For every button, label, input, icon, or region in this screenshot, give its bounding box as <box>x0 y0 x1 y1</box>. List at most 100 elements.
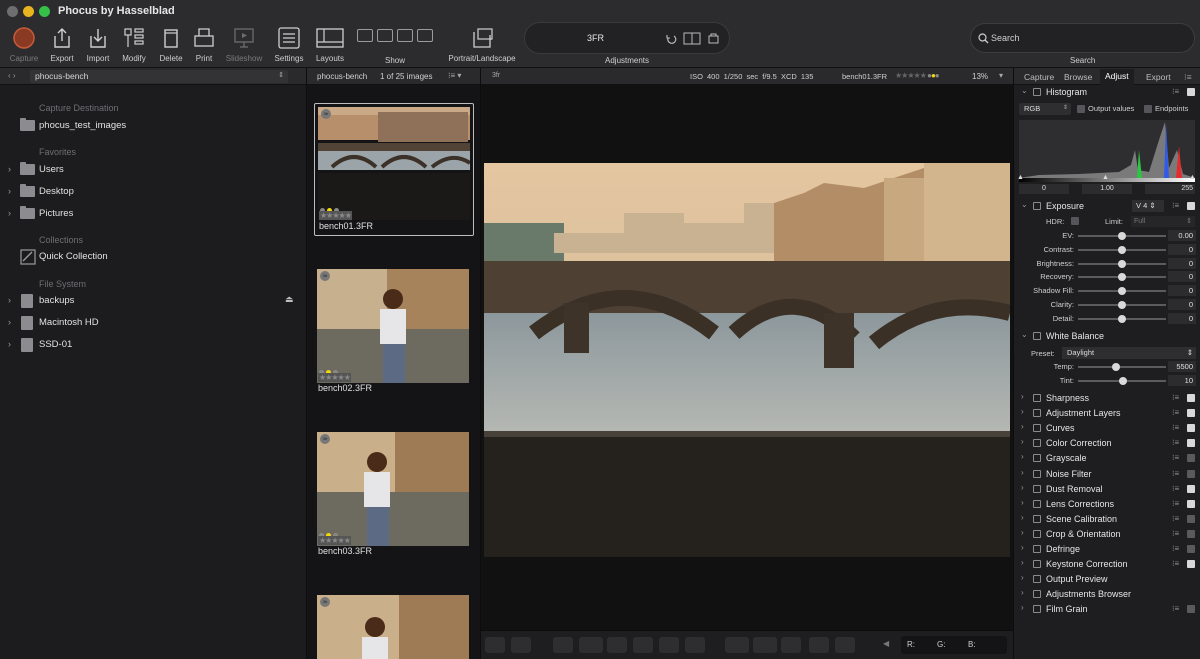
sidebar-item-quick-collection[interactable]: Quick Collection <box>8 249 298 265</box>
filmstrip-options-icon[interactable]: ⁝≡ ▾ <box>448 71 461 80</box>
output-preview-tool-header[interactable]: › Output Preview <box>1014 572 1200 587</box>
tab-menu-icon[interactable]: ⁝≡ <box>1184 72 1192 83</box>
portrait-landscape-button[interactable]: Portrait/Landscape <box>447 26 517 63</box>
sidebar-item-macintosh-hd[interactable]: › Macintosh HD <box>8 315 298 331</box>
zoom-level[interactable]: 13% <box>972 72 988 81</box>
chevron-right-icon[interactable]: › <box>8 208 11 218</box>
panel-left-arrow-icon[interactable]: ◀ <box>883 639 889 648</box>
thumbnail-4[interactable]: 3fr <box>314 592 474 659</box>
chevron-right-icon[interactable]: › <box>1021 573 1024 582</box>
dust-removal-tool-header[interactable]: › Dust Removal ⁝≡ <box>1014 482 1200 497</box>
curves-tool-header[interactable]: › Curves ⁝≡ <box>1014 421 1200 436</box>
wb-preset-select[interactable]: Daylight ⇕ <box>1062 347 1196 359</box>
temp-value-field[interactable]: 5500 <box>1168 361 1196 372</box>
chevron-right-icon[interactable]: › <box>8 339 11 349</box>
histogram-tool-header[interactable]: ⌄ Histogram ⁝≡ <box>1014 85 1200 100</box>
endpoints-checkbox[interactable] <box>1144 105 1152 113</box>
film-grain-tool-header[interactable]: › Film Grain ⁝≡ <box>1014 602 1200 617</box>
recovery-value-field[interactable]: 0 <box>1168 271 1196 283</box>
keystone-correction-enable-checkbox[interactable] <box>1187 560 1195 569</box>
chevron-right-icon[interactable]: › <box>1021 588 1024 597</box>
grid-overlay-button[interactable] <box>809 637 829 653</box>
window-minimize-button[interactable] <box>23 6 34 17</box>
exposure-version-select[interactable]: V 4 ⇕ <box>1132 200 1164 212</box>
film-grain-enable-checkbox[interactable] <box>1187 605 1195 614</box>
clarity-value-field[interactable]: 0 <box>1168 299 1196 310</box>
chevron-down-icon[interactable]: ⌄ <box>1021 200 1028 209</box>
shadow-fill-slider-knob[interactable] <box>1118 287 1126 296</box>
tool-menu-icon[interactable]: ⁝≡ <box>1172 423 1179 432</box>
tab-export[interactable]: Export <box>1146 72 1171 82</box>
viewer-format-toggle[interactable]: 3fr <box>492 72 500 79</box>
grayscale-enable-checkbox[interactable] <box>1187 454 1195 463</box>
tool-menu-icon[interactable]: ⁝≡ <box>1172 529 1179 538</box>
compare-view-button[interactable] <box>485 637 505 653</box>
grayscale-tool-header[interactable]: › Grayscale ⁝≡ <box>1014 451 1200 466</box>
lens-corrections-tool-header[interactable]: › Lens Corrections ⁝≡ <box>1014 497 1200 512</box>
chevron-right-icon[interactable]: › <box>1021 468 1024 477</box>
dust-removal-enable-checkbox[interactable] <box>1187 484 1195 493</box>
crop-and-orientation-tool-header[interactable]: › Crop & Orientation ⁝≡ <box>1014 527 1200 542</box>
white-point-handle[interactable]: ▲ <box>1189 174 1196 181</box>
chevron-right-icon[interactable]: › <box>8 164 11 174</box>
contrast-slider-knob[interactable] <box>1118 245 1126 254</box>
sidebar-item-users[interactable]: › Users <box>8 162 298 178</box>
shadow-fill-value-field[interactable]: 0 <box>1168 285 1196 297</box>
black-point-value[interactable]: 0 <box>1019 184 1069 194</box>
tint-slider-knob[interactable] <box>1118 377 1127 385</box>
chevron-right-icon[interactable]: › <box>1021 422 1024 431</box>
ev-slider-knob[interactable] <box>1118 232 1126 240</box>
window-zoom-button[interactable] <box>39 6 50 17</box>
tool-menu-icon[interactable]: ⁝≡ <box>1172 604 1179 613</box>
chevron-right-icon[interactable]: › <box>8 295 11 305</box>
tool-menu-icon[interactable]: ⁝≡ <box>1172 201 1179 210</box>
chevron-right-icon[interactable]: › <box>1021 528 1024 537</box>
keystone-correction-tool-header[interactable]: › Keystone Correction ⁝≡ <box>1014 557 1200 572</box>
tab-adjust[interactable]: Adjust <box>1100 69 1134 85</box>
chevron-right-icon[interactable]: › <box>1021 407 1024 416</box>
histogram-overlay-button[interactable] <box>725 637 749 653</box>
chevron-right-icon[interactable]: › <box>1021 603 1024 612</box>
ev-value-field[interactable]: 0.00 <box>1168 230 1196 241</box>
curves-enable-checkbox[interactable] <box>1187 424 1195 433</box>
temp-slider-knob[interactable] <box>1111 363 1120 371</box>
picker-tool-button[interactable] <box>607 637 627 653</box>
print-button[interactable]: Print <box>182 26 226 63</box>
star-rating[interactable]: ★★★★★ <box>318 373 351 382</box>
compare-icon[interactable] <box>683 32 701 45</box>
tool-menu-icon[interactable]: ⁝≡ <box>1172 484 1179 493</box>
chevron-right-icon[interactable]: › <box>1021 543 1024 552</box>
tool-menu-icon[interactable]: ⁝≡ <box>1172 393 1179 402</box>
chevron-right-icon[interactable]: › <box>1021 452 1024 461</box>
tint-value-field[interactable]: 10 <box>1168 375 1196 386</box>
chevron-down-icon[interactable]: ⌄ <box>1021 330 1028 339</box>
chevron-right-icon[interactable]: › <box>1021 513 1024 522</box>
star-rating[interactable]: ★★★★★ <box>318 536 351 545</box>
midpoint-handle[interactable]: ▲ <box>1102 174 1109 181</box>
scene-calibration-enable-checkbox[interactable] <box>1187 514 1195 523</box>
defringe-enable-checkbox[interactable] <box>1187 545 1195 553</box>
gamma-value[interactable]: 1.00 <box>1082 184 1132 194</box>
recovery-slider-knob[interactable] <box>1118 273 1126 282</box>
contrast-value-field[interactable]: 0 <box>1168 243 1196 255</box>
adjustment-layers-tool-header[interactable]: › Adjustment Layers ⁝≡ <box>1014 406 1200 421</box>
brightness-value-field[interactable]: 0 <box>1168 257 1196 269</box>
thumbnail-1[interactable]: 3fr ★★★★★ bench01.3FR <box>314 103 474 236</box>
zoom-chevron-icon[interactable]: ▾ <box>999 71 1003 80</box>
chevron-down-icon[interactable]: ⌄ <box>1021 86 1028 95</box>
tab-browse[interactable]: Browse <box>1064 72 1092 82</box>
color-correction-tool-header[interactable]: › Color Correction ⁝≡ <box>1014 436 1200 451</box>
sidebar-item-ssd-01[interactable]: › SSD-01 <box>8 337 298 353</box>
chevron-right-icon[interactable]: › <box>1021 483 1024 492</box>
chevron-right-icon[interactable]: › <box>1021 558 1024 567</box>
white-balance-tool-header[interactable]: ⌄ White Balance <box>1014 329 1200 344</box>
sharpness-tool-header[interactable]: › Sharpness ⁝≡ <box>1014 391 1200 406</box>
temp-slider-track[interactable] <box>1078 366 1166 368</box>
hand-tool-button[interactable] <box>659 637 679 653</box>
search-field[interactable]: Search <box>970 23 1195 53</box>
single-view-button[interactable] <box>511 637 531 653</box>
detail-value-field[interactable]: 0 <box>1168 312 1196 324</box>
main-image[interactable] <box>484 163 1010 557</box>
straighten-tool-button[interactable] <box>579 637 603 653</box>
annotation-tool-button[interactable] <box>685 637 705 653</box>
